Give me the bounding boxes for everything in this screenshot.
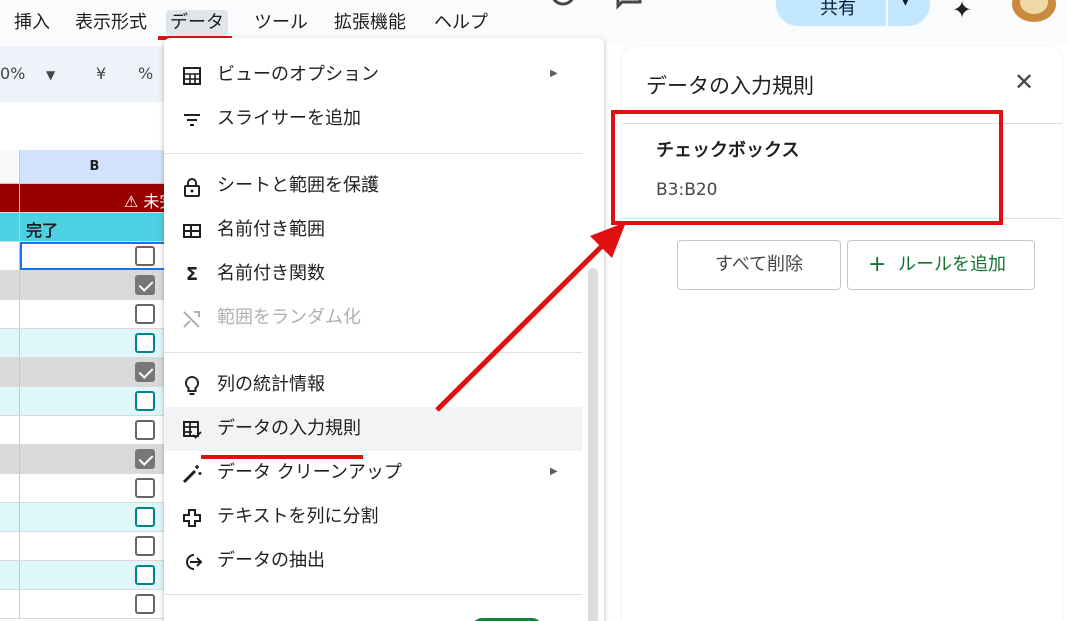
annotation-arrow [435,222,626,412]
